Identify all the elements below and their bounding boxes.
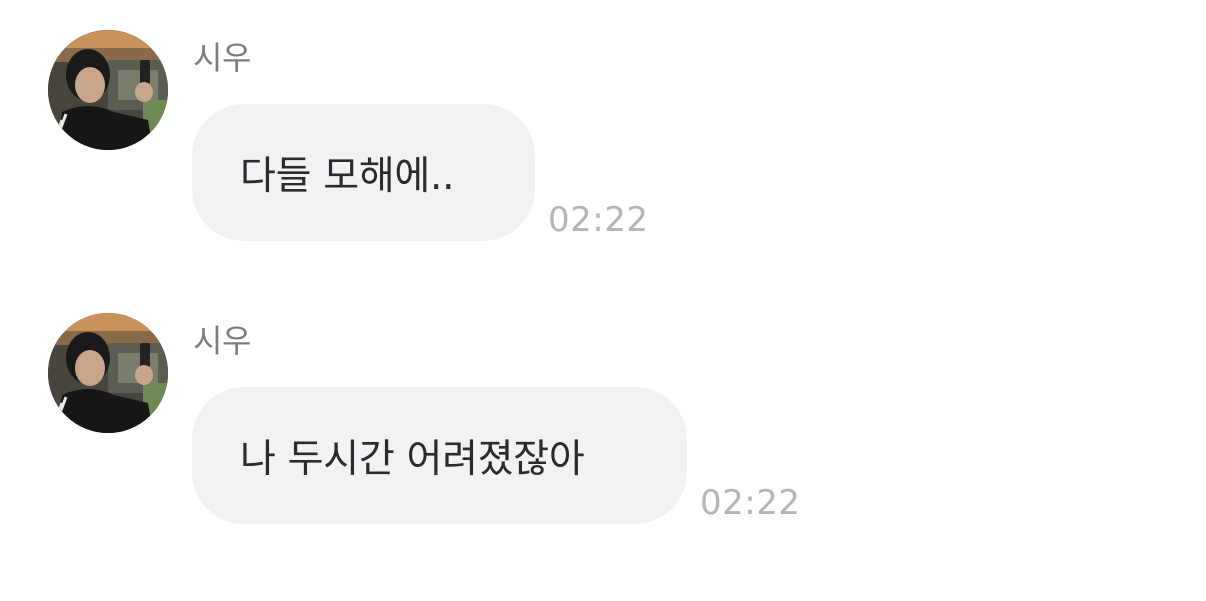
message-timestamp: 02:22 [700, 483, 801, 523]
message-timestamp: 02:22 [548, 200, 649, 240]
message-bubble[interactable]: 나 두시간 어려졌잖아 [192, 387, 687, 524]
chat-message: 시우 다들 모해에.. 02:22 [0, 30, 1206, 260]
sender-name: 시우 [193, 39, 251, 77]
avatar[interactable] [48, 30, 168, 150]
sender-name: 시우 [193, 322, 251, 360]
chat-message: 시우 나 두시간 어려졌잖아 02:22 [0, 313, 1206, 543]
avatar[interactable] [48, 313, 168, 433]
avatar-photo [48, 30, 168, 150]
message-bubble[interactable]: 다들 모해에.. [192, 104, 535, 241]
avatar-photo [48, 313, 168, 433]
